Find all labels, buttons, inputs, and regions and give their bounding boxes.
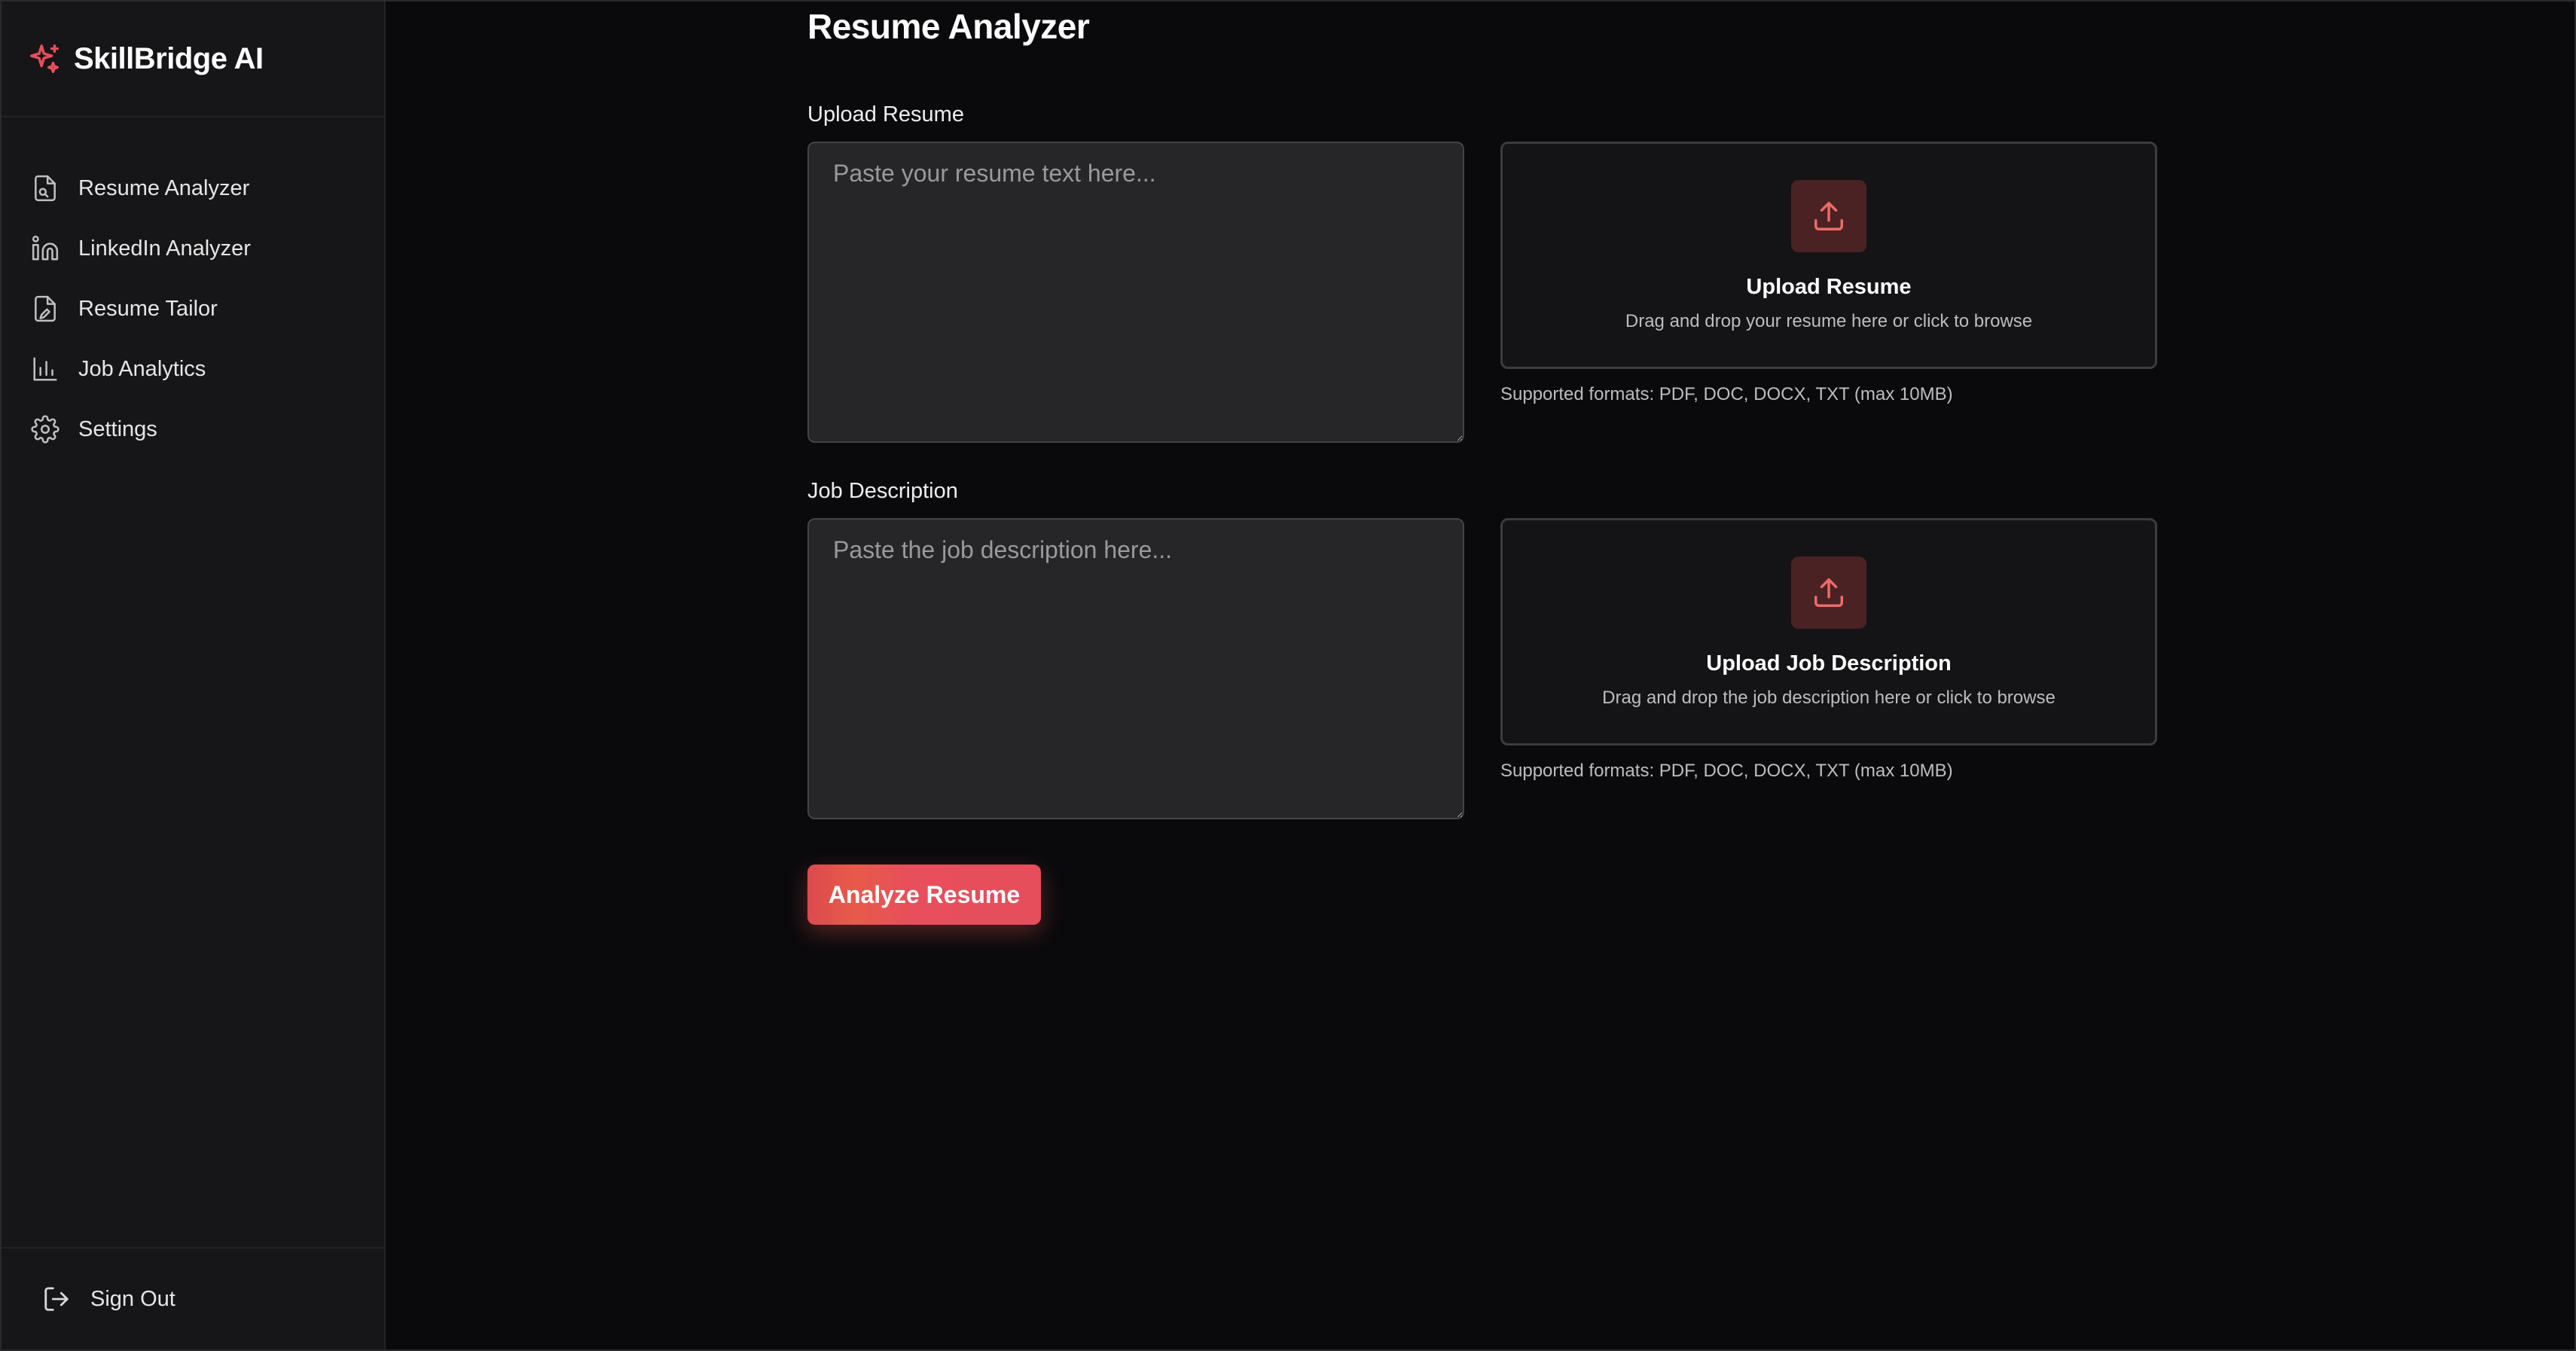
bar-chart-icon [30,354,60,384]
log-out-icon [42,1284,72,1314]
sidebar-item-resume-analyzer[interactable]: Resume Analyzer [2,158,384,218]
sidebar-item-resume-tailor[interactable]: Resume Tailor [2,279,384,339]
sidebar-item-job-analytics[interactable]: Job Analytics [2,339,384,399]
sidebar-item-label: Job Analytics [78,356,206,381]
job-dropzone-subtitle: Drag and drop the job description here o… [1602,688,2056,708]
upload-icon-box [1791,180,1866,252]
file-edit-icon [30,294,60,324]
sparkle-logo-icon [27,41,62,76]
resume-dropzone-title: Upload Resume [1746,275,1912,299]
upload-icon [1814,578,1843,607]
job-section-label: Job Description [807,479,958,503]
job-supported-formats: Supported formats: PDF, DOC, DOCX, TXT (… [1500,761,1953,781]
file-search-icon [30,173,60,203]
resume-upload-dropzone[interactable]: Upload Resume Drag and drop your resume … [1500,142,2157,369]
resume-supported-formats: Supported formats: PDF, DOC, DOCX, TXT (… [1500,384,1953,404]
sidebar-nav: Resume Analyzer LinkedIn Analyzer Resume… [2,117,384,459]
job-upload-dropzone[interactable]: Upload Job Description Drag and drop the… [1500,518,2157,746]
resume-text-input[interactable] [807,142,1464,443]
sign-out-button[interactable]: Sign Out [2,1247,384,1349]
job-dropzone-title: Upload Job Description [1706,651,1952,676]
sidebar: SkillBridge AI Resume Analyzer LinkedIn … [2,2,386,1349]
sidebar-item-label: Resume Analyzer [78,175,250,200]
upload-icon-box [1791,557,1866,629]
app-window: SkillBridge AI Resume Analyzer LinkedIn … [0,0,2576,1351]
sidebar-item-settings[interactable]: Settings [2,399,384,459]
job-description-input[interactable] [807,518,1464,819]
sidebar-item-label: Settings [78,416,157,441]
resume-section-label: Upload Resume [807,102,964,127]
resume-dropzone-subtitle: Drag and drop your resume here or click … [1625,311,2033,331]
sidebar-item-label: LinkedIn Analyzer [78,236,251,261]
page-title: Resume Analyzer [807,7,1090,46]
gear-icon [30,414,60,444]
linkedin-icon [30,233,60,264]
upload-icon [1814,202,1843,230]
analyze-resume-button[interactable]: Analyze Resume [807,865,1041,925]
sidebar-item-label: Resume Tailor [78,296,218,321]
brand-name: SkillBridge AI [74,41,264,75]
sign-out-label: Sign Out [90,1286,175,1311]
brand[interactable]: SkillBridge AI [2,2,384,117]
sidebar-item-linkedin-analyzer[interactable]: LinkedIn Analyzer [2,218,384,279]
